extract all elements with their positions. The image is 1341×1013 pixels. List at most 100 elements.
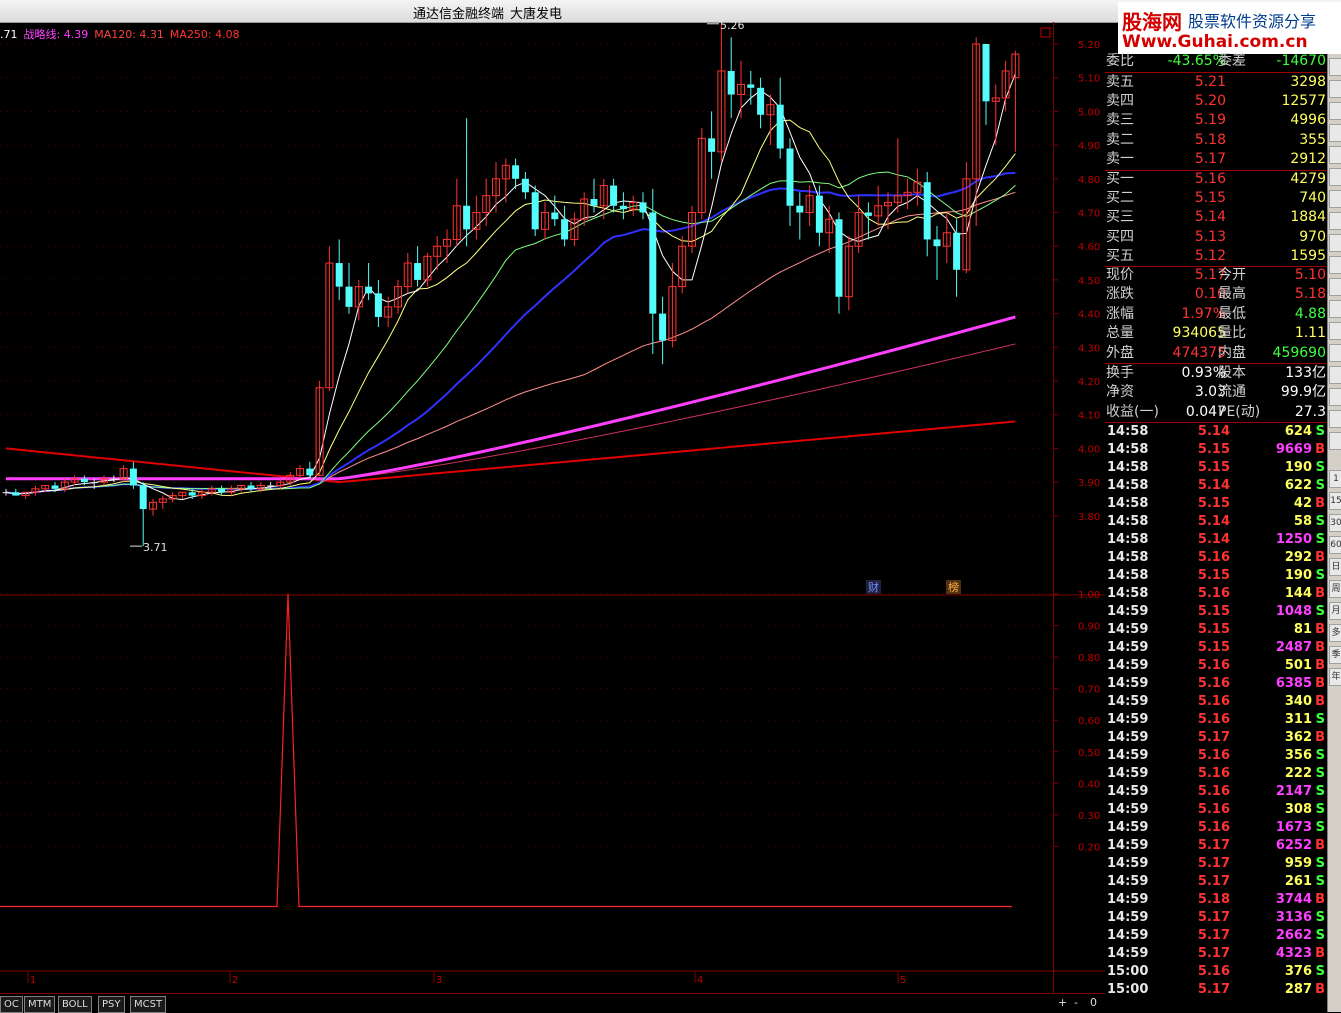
candle-down xyxy=(649,212,657,314)
osc-axis-label: 1.00 xyxy=(1078,590,1100,601)
zero-button[interactable]: 0 xyxy=(1090,996,1097,1009)
tick-row: 14:59 5.16 6385 B xyxy=(1105,675,1326,693)
toolbar-icon[interactable] xyxy=(1329,124,1341,142)
toolbar-icon[interactable] xyxy=(1329,168,1341,186)
tick-direction: B xyxy=(1315,442,1325,457)
finance-badge: 财 xyxy=(868,580,879,594)
toolbar-icon[interactable] xyxy=(1329,432,1341,450)
period-button[interactable]: 周 xyxy=(1329,580,1341,598)
toolbar-icon[interactable] xyxy=(1329,256,1341,274)
buy-price: 5.12 xyxy=(1194,247,1226,264)
toolbar-icon[interactable] xyxy=(1329,344,1341,362)
tick-direction: S xyxy=(1315,766,1325,781)
period-button[interactable]: 15 xyxy=(1329,492,1341,510)
price-axis: 5.20 5.10 5.00 4.90 4.80 4.70 4.60 4.50 4.40 4.30… xyxy=(1053,40,1100,853)
quote-label: 换手 xyxy=(1106,365,1134,381)
tick-time: 14:58 xyxy=(1107,568,1149,583)
period-button[interactable]: 30 xyxy=(1329,514,1341,532)
tick-time: 14:58 xyxy=(1107,442,1149,457)
sell-volume: 12577 xyxy=(1281,93,1326,110)
candle-down xyxy=(463,205,471,230)
kline-chart[interactable]: 5.20 5.10 5.00 4.90 4.80 4.70 4.60 4.50 4.40 4.30… xyxy=(0,22,1105,993)
indicator-label: MA120: 4.31 xyxy=(94,28,164,41)
candle-down xyxy=(335,263,343,287)
candle-down xyxy=(835,219,843,297)
period-button[interactable]: 多 xyxy=(1329,624,1341,642)
sell-price: 5.20 xyxy=(1194,93,1226,110)
tick-volume: 1673 xyxy=(1275,820,1312,835)
date-axis-label: 3 xyxy=(436,975,442,986)
toolbar-icon[interactable] xyxy=(1329,278,1341,296)
indicator-label: .71 xyxy=(0,28,18,41)
tick-volume: 81 xyxy=(1293,622,1312,637)
indicator-tab[interactable]: OC xyxy=(0,996,23,1013)
sell-label: 卖四 xyxy=(1106,93,1134,110)
toolbar-icon[interactable] xyxy=(1329,80,1341,98)
indicator-tab[interactable]: MTM xyxy=(24,996,56,1013)
candle-down xyxy=(139,485,147,510)
tick-row: 14:59 5.16 308 S xyxy=(1105,801,1326,819)
buy-label: 买一 xyxy=(1106,171,1134,187)
quote-label: 收益(一) xyxy=(1106,403,1159,420)
plus-button[interactable]: + xyxy=(1058,996,1067,1009)
indicator-tab[interactable]: BOLL xyxy=(58,996,92,1013)
tick-volume: 58 xyxy=(1293,514,1312,529)
candle-down xyxy=(512,165,520,179)
indicator-tab[interactable]: PSY xyxy=(98,996,125,1013)
toolbar-icon[interactable] xyxy=(1329,366,1341,384)
toolbar-icon[interactable] xyxy=(1329,58,1341,76)
period-button[interactable]: 季 xyxy=(1329,646,1341,664)
indicator-label: 战略线: 4.39 xyxy=(23,28,89,41)
tick-row: 14:59 5.16 2147 S xyxy=(1105,783,1326,801)
tick-row: 14:59 5.17 2662 S xyxy=(1105,927,1326,945)
quote-value: 5.18 xyxy=(1294,286,1326,303)
date-axis-label: 4 xyxy=(697,975,703,986)
toolbar-icon[interactable] xyxy=(1329,388,1341,406)
period-button[interactable]: 年 xyxy=(1329,668,1341,686)
period-button[interactable]: 60 xyxy=(1329,536,1341,554)
buy-volume: 740 xyxy=(1299,190,1326,207)
tick-price: 5.16 xyxy=(1197,964,1230,979)
candle-down xyxy=(619,205,627,210)
tick-row: 14:58 5.15 190 S xyxy=(1105,459,1326,477)
tick-time: 14:59 xyxy=(1107,892,1149,907)
tick-row: 14:59 5.18 3744 B xyxy=(1105,891,1326,909)
tick-direction: B xyxy=(1315,550,1325,565)
candlesticks xyxy=(2,23,1020,547)
toolbar-icon[interactable] xyxy=(1329,410,1341,428)
period-button[interactable]: 日 xyxy=(1329,558,1341,576)
minus-button[interactable]: - xyxy=(1074,996,1078,1009)
ma120-line xyxy=(6,343,1016,480)
osc-axis-label: 0.50 xyxy=(1078,748,1100,759)
tick-direction: S xyxy=(1315,784,1325,799)
tick-time: 14:59 xyxy=(1107,604,1149,619)
buy-volume: 1595 xyxy=(1290,247,1326,264)
tick-price: 5.15 xyxy=(1197,622,1230,637)
indicator-tab[interactable]: MCST xyxy=(130,996,167,1013)
tick-direction: S xyxy=(1315,478,1325,493)
candle-down xyxy=(776,104,784,149)
toolbar-icon[interactable] xyxy=(1329,102,1341,120)
toolbar-icon[interactable] xyxy=(1329,234,1341,252)
toolbar-icon[interactable] xyxy=(1329,212,1341,230)
low-marker: 3.71 xyxy=(143,541,168,554)
toolbar-icon[interactable] xyxy=(1329,322,1341,340)
period-button[interactable]: 月 xyxy=(1329,602,1341,620)
tick-time: 14:59 xyxy=(1107,946,1149,961)
tick-price: 5.14 xyxy=(1197,532,1230,547)
sell-volume: 355 xyxy=(1299,131,1326,148)
candle-down xyxy=(953,232,961,270)
tick-price: 5.16 xyxy=(1197,658,1230,673)
tick-price: 5.17 xyxy=(1197,910,1230,925)
toolbar-icon[interactable] xyxy=(1329,300,1341,318)
buy-level: 买五 5.12 1595 xyxy=(1105,247,1326,266)
toolbar-icon[interactable] xyxy=(1329,190,1341,208)
candle-down xyxy=(110,478,118,480)
tick-direction: B xyxy=(1315,946,1325,961)
period-button[interactable]: 1 xyxy=(1329,470,1341,488)
candle-down xyxy=(815,195,823,233)
tick-row: 14:59 5.15 1048 S xyxy=(1105,603,1326,621)
toolbar-icon[interactable] xyxy=(1329,146,1341,164)
price-axis-label: 4.10 xyxy=(1078,411,1100,422)
sell-label: 卖一 xyxy=(1106,150,1134,167)
